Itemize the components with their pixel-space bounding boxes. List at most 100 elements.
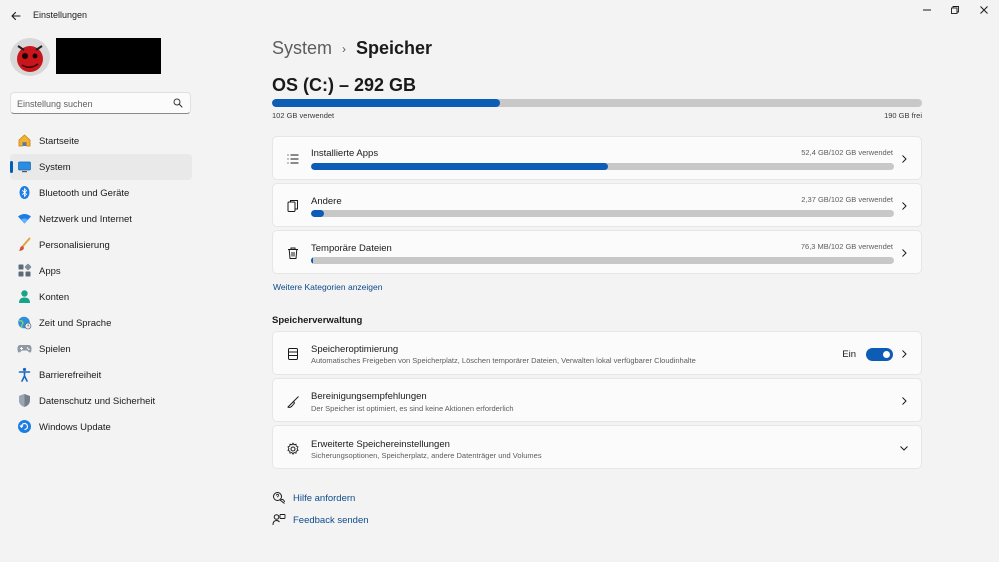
chevron-down-icon: [899, 443, 909, 453]
setting-title: Erweiterte Speichereinstellungen: [311, 439, 450, 450]
storage-drive-icon: [285, 346, 301, 362]
sidebar-item-label: Startseite: [39, 135, 80, 147]
category-title: Andere: [311, 196, 342, 207]
search-input[interactable]: [17, 96, 167, 111]
help-chat-icon: [272, 491, 286, 505]
category-usage: 52,4 GB/102 GB verwendet: [801, 148, 893, 157]
close-icon: [980, 6, 988, 14]
storage-sense-card[interactable]: Speicheroptimierung Automatisches Freige…: [272, 331, 922, 375]
sidebar-item-bluetooth[interactable]: Bluetooth und Geräte: [10, 180, 192, 206]
sidebar-item-konten[interactable]: Konten: [10, 284, 192, 310]
sidebar-item-label: Zeit und Sprache: [39, 317, 112, 329]
wifi-icon: [17, 211, 32, 226]
accessibility-icon: [17, 367, 32, 382]
storage-management-heading: Speicherverwaltung: [272, 315, 363, 326]
toggle-state-label: Ein: [842, 349, 856, 360]
drive-free-label: 190 GB frei: [884, 111, 922, 120]
sidebar-item-label: System: [39, 161, 71, 173]
get-help-row[interactable]: Hilfe anfordern: [272, 490, 355, 506]
category-title: Temporäre Dateien: [311, 243, 392, 254]
category-usage: 76,3 MB/102 GB verwendet: [800, 242, 893, 251]
sidebar-item-label: Windows Update: [39, 421, 111, 433]
page-title: Speicher: [356, 38, 433, 58]
drive-usage-bar: [272, 99, 922, 107]
sidebar-item-personalisierung[interactable]: Personalisierung: [10, 232, 192, 258]
category-usage-fill: [311, 257, 313, 264]
list-icon: [285, 151, 301, 167]
bluetooth-icon: [17, 185, 32, 200]
update-icon: [17, 419, 32, 434]
advanced-storage-settings-card[interactable]: Erweiterte Speichereinstellungen Sicheru…: [272, 425, 922, 469]
category-usage-fill: [311, 210, 325, 217]
category-card-installed-apps[interactable]: Installierte Apps 52,4 GB/102 GB verwend…: [272, 136, 922, 180]
category-title: Installierte Apps: [311, 148, 379, 159]
sidebar-item-netzwerk[interactable]: Netzwerk und Internet: [10, 206, 192, 232]
sidebar-item-startseite[interactable]: Startseite: [10, 128, 192, 154]
sidebar-item-label: Apps: [39, 265, 61, 277]
drive-usage-fill: [272, 99, 500, 107]
cleanup-recommendations-card[interactable]: Bereinigungsempfehlungen Der Speicher is…: [272, 378, 922, 422]
sidebar-item-spielen[interactable]: Spielen: [10, 336, 192, 362]
setting-title: Bereinigungsempfehlungen: [311, 391, 427, 402]
account-name-redacted: [56, 38, 161, 74]
arrow-left-icon: [11, 11, 21, 21]
sidebar-item-label: Netzwerk und Internet: [39, 213, 132, 225]
trash-icon: [285, 245, 301, 261]
globe-clock-icon: [17, 315, 32, 330]
gamepad-icon: [17, 341, 32, 356]
sidebar-nav: Startseite System Bluetooth und Geräte N…: [10, 128, 192, 440]
sidebar-item-windows-update[interactable]: Windows Update: [10, 414, 192, 440]
minimize-button[interactable]: [916, 3, 938, 17]
category-usage-bar: [311, 210, 894, 217]
feedback-link[interactable]: Feedback senden: [293, 515, 369, 526]
get-help-link[interactable]: Hilfe anfordern: [293, 493, 355, 504]
shield-icon: [17, 393, 32, 408]
title-bar: Einstellungen: [0, 0, 999, 32]
sidebar-item-label: Barrierefreiheit: [39, 369, 102, 381]
home-icon: [17, 133, 32, 148]
minimize-icon: [923, 9, 931, 11]
more-categories-link[interactable]: Weitere Kategorien anzeigen: [273, 282, 382, 292]
gear-icon: [285, 441, 301, 457]
sidebar-item-zeit-sprache[interactable]: Zeit und Sprache: [10, 310, 192, 336]
avatar[interactable]: [10, 38, 50, 76]
chevron-right-icon: [899, 396, 909, 406]
breadcrumb: System › Speicher: [272, 38, 432, 59]
apps-icon: [17, 263, 32, 278]
sidebar-item-barrierefreiheit[interactable]: Barrierefreiheit: [10, 362, 192, 388]
feedback-row[interactable]: Feedback senden: [272, 512, 369, 528]
feedback-icon: [272, 513, 286, 527]
system-display-icon: [17, 159, 32, 174]
storage-sense-toggle-group: Ein: [842, 348, 893, 361]
category-usage-fill: [311, 163, 609, 170]
sidebar-item-system[interactable]: System: [10, 154, 192, 180]
category-usage: 2,37 GB/102 GB verwendet: [801, 195, 893, 204]
category-card-andere[interactable]: Andere 2,37 GB/102 GB verwendet: [272, 183, 922, 227]
brush-icon: [17, 237, 32, 252]
settings-search-box[interactable]: [10, 92, 191, 114]
sidebar-item-datenschutz[interactable]: Datenschutz und Sicherheit: [10, 388, 192, 414]
setting-subtitle: Automatisches Freigeben von Speicherplat…: [311, 356, 696, 365]
chevron-right-icon: [899, 248, 909, 258]
sidebar-item-label: Datenschutz und Sicherheit: [39, 395, 156, 407]
close-button[interactable]: [973, 3, 995, 17]
sidebar-item-apps[interactable]: Apps: [10, 258, 192, 284]
breadcrumb-separator: ›: [342, 41, 347, 56]
sidebar-item-label: Bluetooth und Geräte: [39, 187, 130, 199]
setting-title: Speicheroptimierung: [311, 344, 399, 355]
category-usage-bar: [311, 163, 894, 170]
storage-sense-toggle[interactable]: [866, 348, 893, 361]
app-title: Einstellungen: [33, 10, 88, 20]
setting-subtitle: Sicherungsoptionen, Speicherplatz, ander…: [311, 451, 542, 460]
sidebar-item-label: Personalisierung: [39, 239, 110, 251]
avatar-image: [10, 38, 50, 76]
setting-subtitle: Der Speicher ist optimiert, es sind kein…: [311, 404, 514, 413]
search-icon[interactable]: [173, 98, 183, 108]
chevron-right-icon: [899, 154, 909, 164]
category-usage-bar: [311, 257, 894, 264]
category-card-temp-files[interactable]: Temporäre Dateien 76,3 MB/102 GB verwend…: [272, 230, 922, 274]
drive-used-label: 102 GB verwendet: [272, 111, 335, 120]
breadcrumb-parent-link[interactable]: System: [272, 38, 332, 59]
restore-button[interactable]: [944, 3, 966, 17]
back-button[interactable]: [8, 8, 24, 24]
